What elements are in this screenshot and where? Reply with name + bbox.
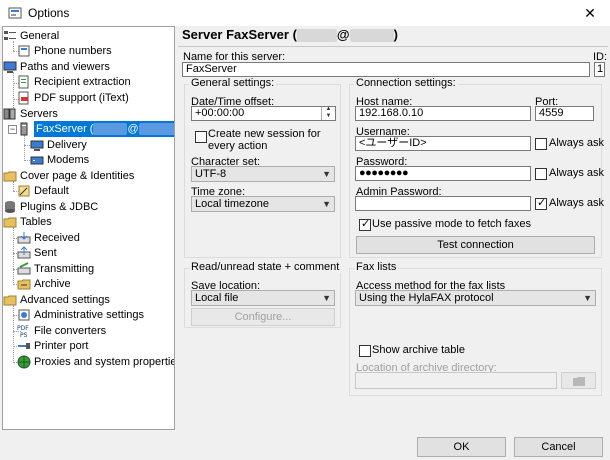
window-title: Options — [28, 6, 70, 20]
fax-server-icon — [20, 122, 28, 136]
checkmark-icon: ✓ — [537, 197, 547, 209]
svg-text:PS: PS — [20, 332, 28, 338]
options-app-icon — [8, 7, 22, 19]
modem-icon — [30, 156, 44, 165]
always-ask-label: Always ask — [549, 197, 605, 209]
tree-label: PDF support (iText) — [34, 92, 129, 104]
group-title: General settings: — [189, 77, 277, 89]
configure-button[interactable]: Configure... — [191, 308, 335, 326]
monitor-icon — [3, 61, 17, 73]
tree-label-selected: FaxServer (@) — [34, 121, 174, 137]
tree-label: Printer port — [34, 340, 89, 352]
options-tree[interactable]: General Phone numbers Paths and viewers … — [2, 26, 175, 430]
outbox-icon — [17, 246, 31, 259]
tree-label: Modems — [47, 154, 90, 166]
ok-button[interactable]: OK — [417, 437, 506, 457]
tree-label: General — [20, 30, 60, 42]
chevron-down-icon: ▼ — [322, 293, 331, 303]
dialog-button-bar: OK Cancel — [0, 430, 610, 460]
tree-label: File converters — [34, 325, 107, 337]
spinner-arrows[interactable]: ▲ ▼ — [321, 107, 335, 120]
transmitting-icon — [17, 262, 31, 275]
username-always-ask-checkbox[interactable] — [535, 138, 547, 150]
new-session-checkbox[interactable] — [195, 131, 207, 143]
chevron-down-icon: ▼ — [322, 169, 331, 179]
always-ask-label: Always ask — [549, 137, 605, 149]
archive-directory-field[interactable] — [355, 372, 557, 389]
charset-select[interactable]: UTF-8 ▼ — [191, 166, 335, 182]
access-method-select[interactable]: Using the HylaFAX protocol ▼ — [355, 290, 596, 306]
header-divider — [178, 46, 608, 47]
cancel-button[interactable]: Cancel — [514, 437, 603, 457]
password-field[interactable]: ●●●●●●●● — [355, 166, 531, 181]
cover-page-icon — [18, 185, 30, 197]
chevron-down-icon: ▼ — [583, 293, 592, 303]
show-archive-checkbox[interactable] — [359, 345, 371, 357]
password-always-ask-checkbox[interactable] — [535, 168, 547, 180]
test-connection-button[interactable]: Test connection — [356, 236, 595, 254]
folder-icon — [3, 295, 17, 306]
tree-label: Archive — [34, 278, 71, 290]
chevron-down-icon: ▼ — [322, 199, 331, 209]
page-title: Server FaxServer (@) — [182, 27, 398, 43]
options-window: Options ✕ General Phone numbers Paths an… — [0, 0, 610, 460]
admin-tools-icon — [18, 309, 30, 321]
tree-label: Default — [34, 185, 69, 197]
close-icon: ✕ — [584, 5, 596, 21]
tree-label: Proxies and system properties — [34, 356, 175, 368]
svg-text:PDF: PDF — [17, 325, 29, 332]
tree-label: Tables — [20, 216, 52, 228]
delivery-monitor-icon — [30, 140, 44, 151]
document-extract-icon — [18, 75, 29, 89]
tree-label: Administrative settings — [34, 309, 145, 321]
printer-port-icon — [18, 343, 30, 349]
inbox-icon — [17, 232, 31, 244]
save-location-select[interactable]: Local file ▼ — [191, 290, 335, 306]
group-title: Read/unread state + comment — [189, 261, 342, 273]
archive-folder-icon — [17, 279, 31, 290]
port-field[interactable]: 4559 — [535, 106, 594, 121]
folder-icon — [3, 171, 17, 182]
server-name-field[interactable]: FaxServer — [182, 62, 590, 77]
timezone-select[interactable]: Local timezone ▼ — [191, 196, 335, 212]
tree-label: Cover page & Identities — [20, 170, 135, 182]
general-settings-icon — [4, 31, 16, 40]
servers-icon — [3, 108, 16, 120]
close-window-button[interactable]: ✕ — [570, 0, 610, 26]
new-session-label: Create new session for every action — [208, 128, 321, 152]
tree-label: Paths and viewers — [20, 61, 110, 73]
always-ask-label: Always ask — [549, 167, 605, 179]
tree-label: Delivery — [47, 139, 87, 151]
datetime-offset-spinner[interactable]: +00:00:00 ▲ ▼ — [191, 106, 336, 121]
admin-always-ask-checkbox[interactable]: ✓ — [535, 197, 547, 210]
show-archive-label: Show archive table — [372, 344, 465, 356]
pdf-document-icon — [18, 91, 29, 105]
tree-label: Servers — [20, 108, 58, 120]
group-title: Connection settings: — [354, 77, 458, 89]
admin-password-field[interactable] — [355, 196, 531, 211]
database-icon — [5, 201, 15, 213]
folder-icon — [3, 217, 17, 228]
title-bar: Options ✕ — [0, 0, 610, 26]
group-title: Fax lists — [354, 261, 399, 273]
folder-browse-icon — [572, 377, 585, 386]
tree-label: Received — [34, 232, 80, 244]
pdf-ps-icon: PDFPS — [17, 325, 29, 338]
tree-label: Phone numbers — [34, 45, 112, 57]
passive-mode-checkbox[interactable]: ✓ — [359, 218, 371, 231]
tree-label: Plugins & JDBC — [20, 201, 99, 213]
tree-label: Advanced settings — [20, 294, 110, 306]
phone-book-icon — [18, 45, 30, 57]
tree-label: Transmitting — [34, 263, 95, 275]
host-name-field[interactable]: 192.168.0.10 — [355, 106, 531, 121]
browse-folder-button[interactable] — [561, 372, 596, 389]
server-id-field: 1 — [594, 62, 605, 77]
globe-icon — [17, 355, 31, 369]
tree-label: Sent — [34, 247, 57, 259]
passive-mode-label: Use passive mode to fetch faxes — [372, 218, 531, 230]
username-field[interactable]: <ユーザーID> — [355, 136, 531, 151]
collapse-faxserver-toggle[interactable]: − — [8, 125, 17, 134]
tree-label: Recipient extraction — [34, 76, 131, 88]
checkmark-icon: ✓ — [361, 218, 371, 230]
